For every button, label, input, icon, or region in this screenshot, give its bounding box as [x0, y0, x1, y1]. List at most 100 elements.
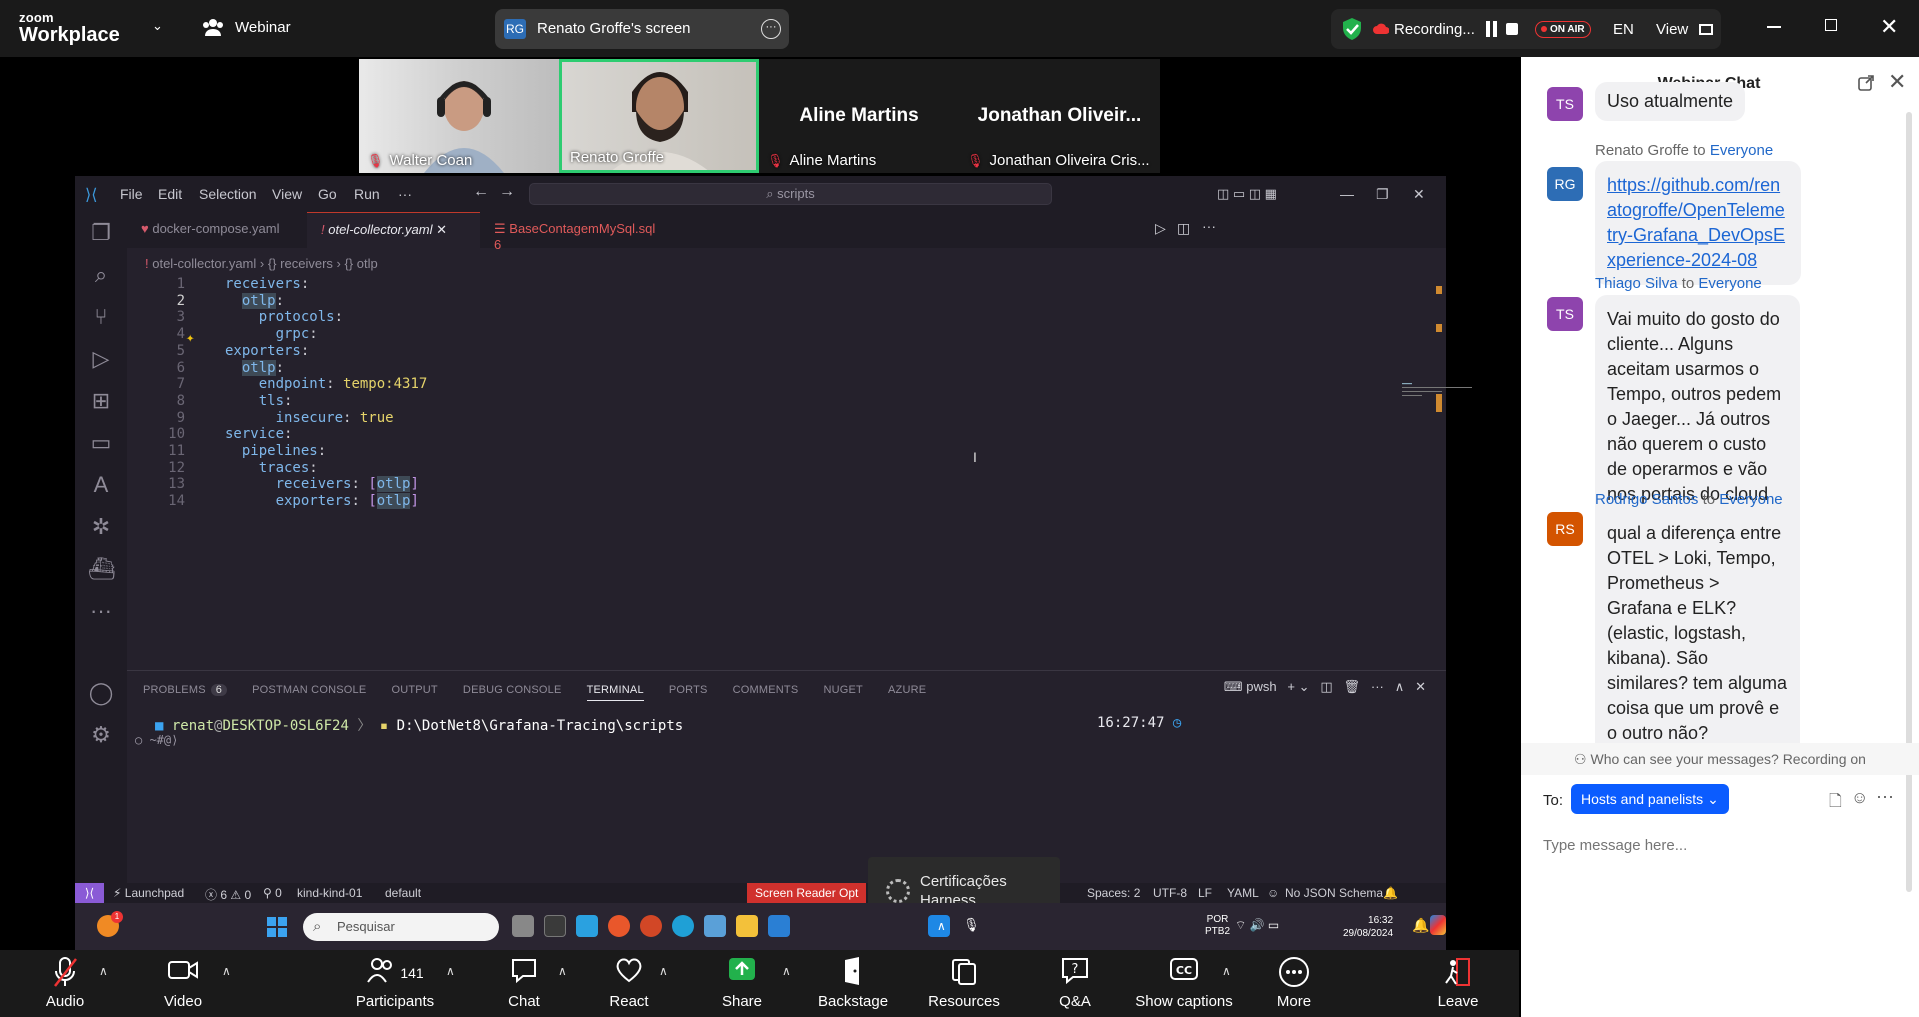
- chevron-up-icon[interactable]: ∧: [937, 919, 946, 933]
- editor-more-icon[interactable]: ···: [1202, 218, 1216, 234]
- back-arrow-icon[interactable]: ←: [473, 183, 489, 201]
- menu-selection[interactable]: Selection: [199, 186, 257, 202]
- tab-ports[interactable]: PORTS: [669, 684, 708, 696]
- command-center-search[interactable]: ⌕ scripts: [529, 183, 1052, 205]
- tab-problems[interactable]: PROBLEMS 6: [143, 684, 228, 696]
- launchpad-status[interactable]: ⚡ Launchpad: [113, 886, 184, 900]
- extensions-icon[interactable]: ⊞: [88, 388, 114, 414]
- code-line[interactable]: otlp:: [225, 292, 284, 309]
- react-options-caret[interactable]: ∧: [659, 964, 668, 978]
- chevron-down-icon[interactable]: ⌄: [152, 18, 163, 34]
- stop-recording-button[interactable]: [1506, 23, 1518, 35]
- tab-otel-collector[interactable]: ! otel-collector.yaml ✕: [307, 212, 480, 248]
- tab-output[interactable]: OUTPUT: [391, 684, 437, 696]
- tab-docker-compose[interactable]: ♥ docker-compose.yaml: [127, 212, 307, 248]
- menu-view[interactable]: View: [272, 186, 302, 202]
- menu-run[interactable]: Run: [354, 186, 380, 202]
- app-icon[interactable]: [576, 915, 598, 937]
- react-button[interactable]: React: [607, 956, 651, 1010]
- split-terminal-icon[interactable]: ◫: [1320, 679, 1332, 694]
- vscode-close-button[interactable]: ✕: [1413, 186, 1425, 203]
- menu-more[interactable]: ···: [398, 186, 412, 202]
- video-button[interactable]: Video: [158, 956, 208, 1010]
- menu-go[interactable]: Go: [318, 186, 337, 202]
- schema-status[interactable]: No JSON Schema: [1285, 886, 1383, 900]
- file-explorer-icon[interactable]: [736, 915, 758, 937]
- more-icon[interactable]: ···: [1876, 786, 1894, 807]
- split-editor-icon[interactable]: ◫: [1177, 220, 1190, 237]
- terminal-prompt[interactable]: ■ renat@DESKTOP-0SL6F24 〉 ▪ D:\DotNet8\G…: [155, 715, 683, 735]
- chat-scrollbar[interactable]: [1906, 112, 1912, 892]
- edge-icon[interactable]: [672, 915, 694, 937]
- tab-debug-console[interactable]: DEBUG CONSOLE: [463, 684, 562, 696]
- video-tile-aline[interactable]: Aline Martins 🎙 Aline Martins: [759, 59, 959, 173]
- ports-status[interactable]: ⚲ 0: [263, 886, 282, 900]
- system-clock[interactable]: 16:32 29/08/2024: [1343, 914, 1393, 940]
- tab-base-contagem[interactable]: ☰ BaseContagemMySql.sql 6: [480, 212, 670, 252]
- sparkle-icon[interactable]: ✦: [186, 330, 194, 346]
- share-button[interactable]: Share: [720, 956, 764, 1010]
- screen-reader-status[interactable]: Screen Reader Opt: [747, 883, 867, 903]
- task-view-icon[interactable]: [512, 915, 534, 937]
- shield-check-icon[interactable]: [1341, 17, 1363, 41]
- code-line[interactable]: receivers: [otlp]: [225, 476, 419, 493]
- code-line[interactable]: endpoint: tempo:4317: [225, 376, 428, 392]
- source-control-icon[interactable]: ⑂: [88, 304, 114, 330]
- show-captions-button[interactable]: CC Show captions: [1132, 956, 1236, 1010]
- indent-status[interactable]: Spaces: 2: [1087, 886, 1140, 900]
- search-icon[interactable]: ⌕: [88, 262, 114, 288]
- chat-button[interactable]: Chat: [502, 956, 546, 1010]
- language-status[interactable]: YAML: [1227, 886, 1259, 900]
- minimize-button[interactable]: [1767, 26, 1781, 28]
- view-button[interactable]: View: [1656, 21, 1688, 38]
- chat-recipient-select[interactable]: Hosts and panelists ⌄: [1571, 784, 1729, 814]
- azure-icon[interactable]: A: [88, 472, 114, 498]
- code-line[interactable]: grpc:: [225, 326, 318, 342]
- close-tab-icon[interactable]: ✕: [436, 222, 447, 237]
- encoding-status[interactable]: UTF-8: [1153, 886, 1187, 900]
- vscode-restore-button[interactable]: ❐: [1376, 186, 1389, 203]
- remote-icon[interactable]: ⟩⟨: [75, 883, 104, 903]
- chat-message-input[interactable]: [1543, 827, 1893, 863]
- menu-edit[interactable]: Edit: [158, 186, 182, 202]
- more-views-icon[interactable]: ···: [88, 598, 114, 624]
- code-line[interactable]: exporters:: [225, 343, 309, 359]
- bell-icon[interactable]: 🔔: [1412, 917, 1429, 934]
- maximize-panel-icon[interactable]: ∧: [1395, 679, 1405, 694]
- code-line[interactable]: pipelines:: [225, 443, 326, 459]
- eol-status[interactable]: LF: [1198, 886, 1212, 900]
- backstage-button[interactable]: Backstage: [818, 956, 888, 1010]
- audio-options-caret[interactable]: ∧: [99, 964, 108, 978]
- menu-file[interactable]: File: [120, 186, 143, 202]
- code-line[interactable]: protocols:: [225, 309, 343, 325]
- captions-options-caret[interactable]: ∧: [1222, 964, 1231, 978]
- code-line[interactable]: exporters: [otlp]: [225, 493, 419, 510]
- remote-explorer-icon[interactable]: ▭: [88, 430, 114, 456]
- video-tile-walter[interactable]: 🎙 Walter Coan: [359, 59, 559, 173]
- tab-comments[interactable]: COMMENTS: [733, 684, 799, 696]
- tab-terminal[interactable]: TERMINAL: [586, 684, 644, 701]
- file-icon[interactable]: 🗋: [1829, 790, 1842, 817]
- run-file-icon[interactable]: ▷: [1155, 220, 1166, 237]
- code-line[interactable]: tls:: [225, 393, 293, 409]
- restore-button[interactable]: [1825, 19, 1837, 31]
- vscode-minimize-button[interactable]: —: [1340, 186, 1354, 202]
- problems-status[interactable]: ⓧ 6 ⚠ 0: [205, 886, 251, 903]
- popout-icon[interactable]: [1857, 74, 1875, 92]
- kube-namespace-status[interactable]: default: [385, 886, 421, 900]
- settings-gear-icon[interactable]: ⚙: [88, 722, 114, 748]
- code-line[interactable]: service:: [225, 426, 292, 442]
- code-line[interactable]: insecure: true: [225, 410, 394, 426]
- share-options-caret[interactable]: ∧: [782, 964, 791, 978]
- leave-button[interactable]: Leave: [1436, 956, 1480, 1010]
- code-line[interactable]: otlp:: [225, 359, 284, 376]
- chat-link[interactable]: https://github.com/renatogroffe/OpenTele…: [1607, 175, 1785, 270]
- tab-nuget[interactable]: NUGET: [823, 684, 863, 696]
- layout-icons[interactable]: ◫ ▭ ◫ ▦: [1217, 186, 1277, 202]
- screen-share-indicator[interactable]: RG Renato Groffe's screen ···: [495, 9, 789, 49]
- run-debug-icon[interactable]: ▷: [88, 346, 114, 372]
- chat-privacy-notice[interactable]: ⚇ Who can see your messages? Recording o…: [1521, 743, 1919, 775]
- copilot-icon[interactable]: ☺: [1267, 886, 1279, 900]
- video-tile-renato[interactable]: Renato Groffe: [559, 59, 759, 173]
- chat-options-caret[interactable]: ∧: [558, 964, 567, 978]
